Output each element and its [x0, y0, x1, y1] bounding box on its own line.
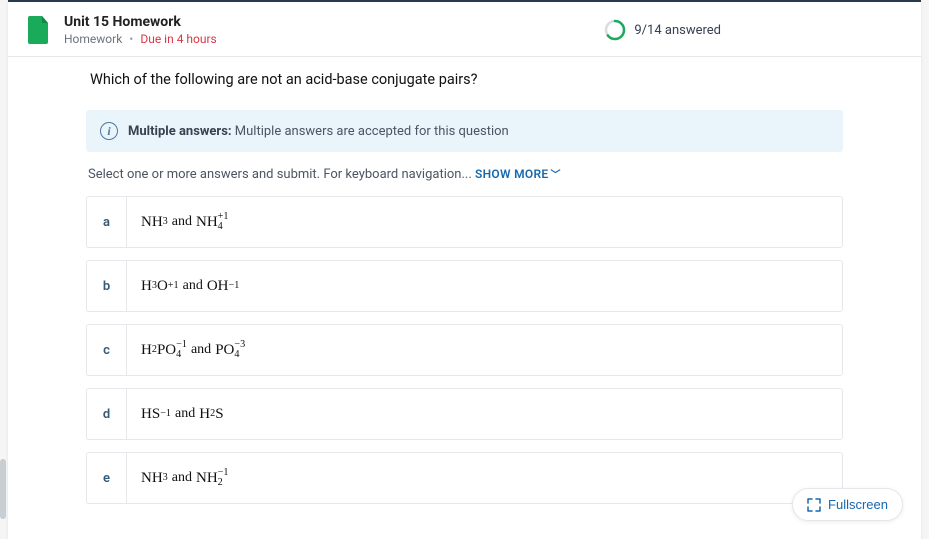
formula-part: OH [207, 278, 229, 295]
option-letter: a [87, 197, 127, 247]
assignment-title: Unit 15 Homework [64, 14, 217, 30]
question-text: Which of the following are not an acid-b… [86, 71, 843, 88]
formula-part: NH [196, 470, 218, 487]
formula-part: PO [157, 342, 176, 359]
due-label: Due in 4 hours [140, 32, 216, 46]
instruction-text: Select one or more answers and submit. F… [88, 167, 472, 182]
document-icon [28, 16, 50, 44]
option-formula: H3O+1 and OH−1 [127, 261, 842, 311]
fullscreen-button[interactable]: Fullscreen [792, 488, 903, 521]
answer-option-e[interactable]: e NH3 and NH−12 [86, 452, 843, 504]
option-letter: c [87, 325, 127, 375]
and-text: and [172, 470, 192, 486]
formula-subsup: −34 [234, 340, 245, 359]
formula-part: PO [215, 342, 234, 359]
formula-part: O [157, 278, 168, 295]
option-formula: NH3 and NH−12 [127, 453, 842, 503]
scrollbar-indicator[interactable] [0, 459, 6, 519]
info-message: Multiple answers are accepted for this q… [235, 124, 509, 139]
formula-part: S [215, 406, 223, 423]
formula-part: H [141, 278, 152, 295]
answer-option-d[interactable]: d HS−1 and H2S [86, 388, 843, 440]
fullscreen-icon [807, 498, 821, 512]
info-text: Multiple answers: Multiple answers are a… [128, 124, 509, 139]
formula-subsup: −14 [176, 340, 187, 359]
show-more-button[interactable]: SHOW MORE﹀ [475, 167, 561, 181]
and-text: and [172, 214, 192, 230]
option-letter: d [87, 389, 127, 439]
assignment-subtitle: Homework • Due in 4 hours [64, 32, 217, 46]
formula-part: NH [141, 470, 163, 487]
and-text: and [175, 406, 195, 422]
and-text: and [183, 278, 203, 294]
option-formula: HS−1 and H2S [127, 389, 842, 439]
formula-part: HS [141, 406, 160, 423]
option-letter: e [87, 453, 127, 503]
answer-option-c[interactable]: c H2PO−14 and PO−34 [86, 324, 843, 376]
answer-option-a[interactable]: a NH3 and NH+14 [86, 196, 843, 248]
formula-subsup: +14 [218, 212, 229, 231]
show-more-label: SHOW MORE [475, 167, 548, 181]
progress-ring-icon [604, 19, 626, 41]
formula-part: H [199, 406, 210, 423]
formula-part: NH [141, 214, 163, 231]
instruction-row: Select one or more answers and submit. F… [86, 166, 843, 182]
option-formula: H2PO−14 and PO−34 [127, 325, 842, 375]
chevron-down-icon: ﹀ [550, 170, 560, 181]
assignment-header: Unit 15 Homework Homework • Due in 4 hou… [8, 2, 921, 57]
and-text: and [191, 342, 211, 358]
formula-part: H [141, 342, 152, 359]
multiple-answers-banner: i Multiple answers: Multiple answers are… [86, 110, 843, 152]
info-icon: i [100, 122, 118, 140]
assignment-type-label: Homework [64, 32, 122, 46]
info-bold-label: Multiple answers: [128, 124, 232, 139]
progress-indicator: 9/14 answered [604, 19, 721, 41]
fullscreen-label: Fullscreen [828, 497, 888, 512]
progress-text: 9/14 answered [634, 23, 721, 38]
formula-part: NH [196, 214, 218, 231]
option-letter: b [87, 261, 127, 311]
answer-option-b[interactable]: b H3O+1 and OH−1 [86, 260, 843, 312]
separator-dot: • [129, 32, 133, 46]
option-formula: NH3 and NH+14 [127, 197, 842, 247]
formula-subsup: −12 [218, 468, 229, 487]
